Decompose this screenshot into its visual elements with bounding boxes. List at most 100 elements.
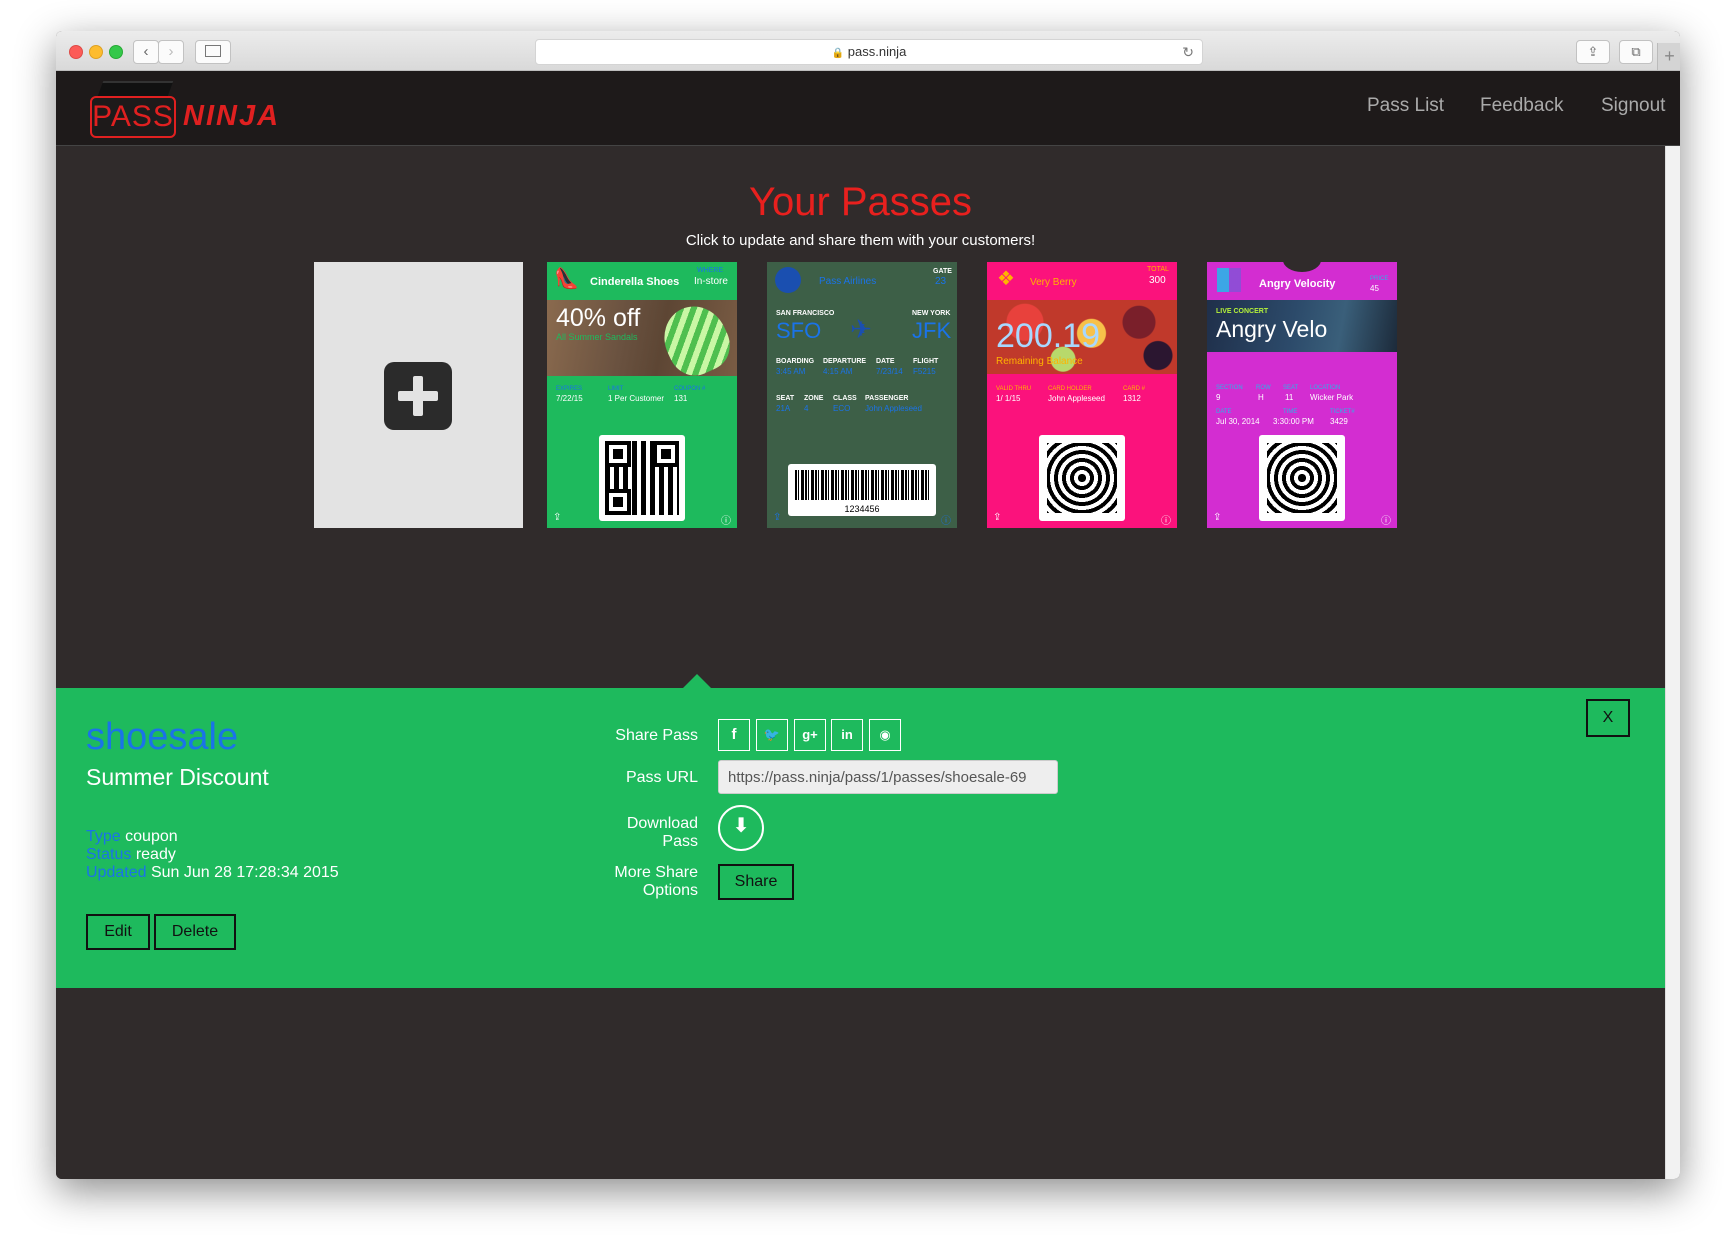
close-window-button[interactable] bbox=[69, 45, 83, 59]
info-icon[interactable]: ⓘ bbox=[941, 512, 951, 527]
field-label: CARD HOLDER bbox=[1048, 386, 1092, 392]
meta-row-type: Type coupon bbox=[86, 828, 339, 846]
selected-pass-indicator bbox=[683, 674, 711, 688]
logo-ninja-text: NINJA bbox=[183, 100, 281, 132]
close-detail-button[interactable]: X bbox=[1586, 699, 1630, 737]
field-label: BOARDING bbox=[776, 358, 815, 365]
field-label: VALID THRU bbox=[996, 386, 1032, 392]
linkedin-icon[interactable]: in bbox=[831, 719, 863, 751]
pass-card-airline[interactable]: Pass Airlines GATE 23 SAN FRANCISCO SFO … bbox=[767, 262, 957, 528]
field-label: TICKET# bbox=[1330, 409, 1355, 415]
mosaic-logo-icon bbox=[1217, 268, 1241, 292]
address-bar[interactable]: 🔒 pass.ninja ↻ bbox=[535, 39, 1203, 65]
info-icon[interactable]: ⓘ bbox=[721, 512, 731, 527]
download-label-line2: Pass bbox=[662, 833, 698, 850]
download-pass-button[interactable]: ⬇ bbox=[718, 805, 764, 851]
nav-pass-list[interactable]: Pass List bbox=[1367, 95, 1444, 117]
field-value: John Appleseed bbox=[1048, 394, 1105, 403]
lock-icon: 🔒 bbox=[831, 48, 845, 59]
minimize-window-button[interactable] bbox=[89, 45, 103, 59]
twitter-icon[interactable]: 🐦 bbox=[756, 719, 788, 751]
pass-header: Cinderella Shoes bbox=[590, 276, 680, 288]
more-label-line1: More Share bbox=[614, 864, 698, 881]
qr-finder bbox=[605, 489, 631, 515]
plus-icon bbox=[384, 362, 452, 430]
pass-url-input[interactable] bbox=[718, 760, 1058, 794]
pass-card-berry[interactable]: ❖ Very Berry TOTAL 300 200.19 Remaining … bbox=[987, 262, 1177, 528]
field-label: DEPARTURE bbox=[823, 358, 867, 365]
back-button[interactable]: ‹ bbox=[133, 40, 159, 64]
field-label: SECTION bbox=[1216, 385, 1243, 391]
field-value: Wicker Park bbox=[1310, 393, 1354, 402]
strip-image: 40% off All Summer Sandals bbox=[547, 296, 737, 384]
page-subtitle: Click to update and share them with your… bbox=[685, 232, 1036, 249]
field-value: 131 bbox=[674, 394, 688, 403]
field-value: 11 bbox=[1285, 393, 1294, 402]
field-label: LOCATION bbox=[1310, 385, 1341, 391]
page-scrollbar[interactable] bbox=[1665, 146, 1680, 1179]
field-value: ECO bbox=[833, 404, 851, 413]
meta-label: Type bbox=[86, 828, 121, 845]
nav-signout[interactable]: Signout bbox=[1601, 95, 1665, 117]
price-value: 45 bbox=[1370, 284, 1379, 293]
field-label: ROW bbox=[1256, 385, 1271, 391]
page-title: Your Passes bbox=[748, 180, 973, 224]
reddit-icon[interactable]: ◉ bbox=[869, 719, 901, 751]
field-label: PASSENGER bbox=[865, 395, 909, 402]
field-value: 1 Per Customer bbox=[608, 394, 665, 403]
download-icon: ⬇ bbox=[732, 815, 750, 837]
pass-card-cinderella[interactable]: 👠 Cinderella Shoes WHERE In-store 40% of… bbox=[547, 262, 737, 528]
info-icon[interactable]: ⓘ bbox=[1161, 512, 1171, 527]
download-pass-label: Download Pass bbox=[596, 815, 698, 851]
edit-button[interactable]: Edit bbox=[86, 914, 150, 950]
field-value: H bbox=[1258, 393, 1264, 402]
aztec-code bbox=[1039, 435, 1125, 521]
google-plus-icon[interactable]: g+ bbox=[794, 719, 826, 751]
share-icon[interactable]: ⇪ bbox=[1213, 512, 1221, 523]
facebook-icon[interactable]: f bbox=[718, 719, 750, 751]
share-icon[interactable]: ⇪ bbox=[993, 512, 1001, 523]
delete-button[interactable]: Delete bbox=[154, 914, 236, 950]
field-value: 4:15 AM bbox=[823, 367, 853, 376]
nav-feedback[interactable]: Feedback bbox=[1480, 95, 1563, 117]
reload-icon[interactable]: ↻ bbox=[1182, 40, 1194, 64]
logo-pass-text: PASS bbox=[90, 96, 176, 138]
share-icon[interactable]: ⇪ bbox=[553, 512, 561, 523]
globe-icon bbox=[775, 267, 801, 293]
strip-subline: All Summer Sandals bbox=[556, 332, 638, 342]
field-label: EXPIRES bbox=[556, 386, 583, 392]
meta-value: ready bbox=[135, 846, 176, 863]
barcode-bars bbox=[795, 470, 929, 500]
field-label: DATE bbox=[876, 358, 895, 365]
share-button[interactable]: Share bbox=[718, 864, 794, 900]
pass-header-label: WHERE bbox=[697, 267, 724, 274]
field-value: Jul 30, 2014 bbox=[1216, 417, 1260, 426]
field-value: John Appleseed bbox=[865, 404, 922, 413]
info-icon[interactable]: ⓘ bbox=[1381, 512, 1391, 527]
sidebar-icon bbox=[205, 45, 221, 57]
share-icon[interactable]: ⇪ bbox=[773, 512, 781, 523]
tabs-overview-button[interactable]: ⧉ bbox=[1619, 40, 1653, 64]
sidebar-toggle-button[interactable] bbox=[195, 40, 231, 64]
barcode: 1234456 bbox=[788, 464, 936, 516]
field-value: 7/22/15 bbox=[556, 394, 583, 403]
zoom-window-button[interactable] bbox=[109, 45, 123, 59]
main-content: Your Passes Click to update and share th… bbox=[56, 146, 1665, 1179]
field-label: CARD # bbox=[1123, 386, 1146, 392]
sandal-graphic bbox=[653, 296, 737, 384]
add-pass-card[interactable] bbox=[314, 262, 523, 528]
pass-card-velo[interactable]: Angry Velocity PRICE 45 LIVE CONCERT Ang… bbox=[1207, 262, 1397, 528]
pass-header: Pass Airlines bbox=[819, 276, 877, 287]
browser-window: ‹ › 🔒 pass.ninja ↻ ⇪ ⧉ + PASS NINJA Pass… bbox=[56, 31, 1680, 1179]
field-value: 1312 bbox=[1123, 394, 1141, 403]
field-label: FLIGHT bbox=[913, 358, 939, 365]
high-heel-icon: 👠 bbox=[554, 268, 579, 290]
new-tab-button[interactable]: + bbox=[1657, 43, 1680, 70]
more-share-label: More Share Options bbox=[596, 864, 698, 900]
forward-button[interactable]: › bbox=[158, 40, 184, 64]
field-value: 9 bbox=[1216, 393, 1221, 402]
pass-header: Angry Velocity bbox=[1259, 278, 1336, 290]
share-page-button[interactable]: ⇪ bbox=[1576, 40, 1610, 64]
field-label: SEAT bbox=[1283, 385, 1299, 391]
strip-image: LIVE CONCERT Angry Velo bbox=[1207, 300, 1397, 352]
